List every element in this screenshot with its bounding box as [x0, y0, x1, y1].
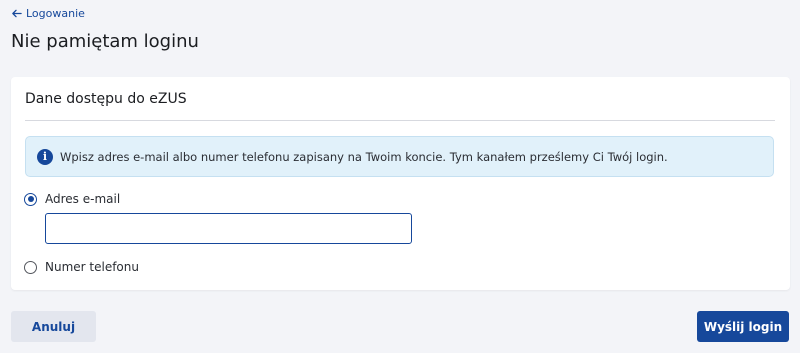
access-data-card: Dane dostępu do eZUS i Wpisz adres e-mai…	[11, 77, 790, 290]
radio-label-email: Adres e-mail	[45, 192, 121, 206]
back-to-login-link[interactable]: Logowanie	[11, 7, 85, 20]
arrow-left-icon	[12, 9, 22, 18]
radio-button-phone[interactable]	[24, 260, 37, 274]
info-text: Wpisz adres e-mail albo numer telefonu z…	[60, 149, 668, 164]
radio-option-phone[interactable]: Numer telefonu	[24, 260, 139, 274]
page-title: Nie pamiętam loginu	[11, 31, 199, 52]
divider	[25, 120, 775, 121]
radio-label-phone: Numer telefonu	[45, 260, 139, 274]
card-title: Dane dostępu do eZUS	[25, 91, 187, 107]
email-field[interactable]	[45, 213, 412, 244]
radio-button-email[interactable]	[24, 192, 37, 206]
info-box: i Wpisz adres e-mail albo numer telefonu…	[25, 136, 774, 177]
back-link-label: Logowanie	[26, 7, 85, 20]
info-icon: i	[37, 148, 53, 165]
send-login-button[interactable]: Wyślij login	[697, 311, 789, 342]
radio-option-email[interactable]: Adres e-mail	[24, 192, 120, 206]
cancel-button[interactable]: Anuluj	[11, 311, 96, 342]
